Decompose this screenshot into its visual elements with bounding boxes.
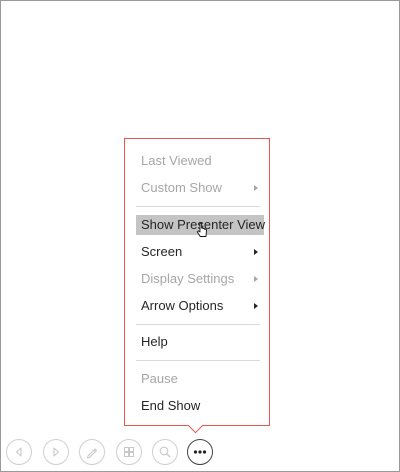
- submenu-arrow-icon: [254, 303, 258, 309]
- pen-tool-button[interactable]: [79, 439, 105, 465]
- slide-show-context-menu: Last Viewed Custom Show Show Presenter V…: [124, 138, 270, 426]
- menu-item-custom-show[interactable]: Custom Show: [136, 178, 264, 198]
- menu-separator: [136, 324, 260, 325]
- zoom-icon: [159, 446, 171, 458]
- menu-item-label: Help: [141, 334, 168, 349]
- menu-item-label: Last Viewed: [141, 153, 212, 168]
- menu-item-label: Custom Show: [141, 180, 222, 195]
- menu-item-pause[interactable]: Pause: [136, 369, 264, 389]
- previous-arrow-icon: [15, 447, 22, 457]
- pen-icon: [86, 448, 98, 459]
- zoom-button[interactable]: [152, 439, 178, 465]
- submenu-arrow-icon: [254, 249, 258, 255]
- menu-item-help[interactable]: Help: [136, 332, 264, 352]
- menu-item-label: Arrow Options: [141, 298, 224, 313]
- menu-item-display-settings[interactable]: Display Settings: [136, 269, 264, 289]
- next-arrow-icon: [53, 447, 60, 457]
- menu-item-label: Screen: [141, 244, 183, 259]
- menu-item-label: Display Settings: [141, 271, 235, 286]
- menu-item-last-viewed[interactable]: Last Viewed: [136, 151, 264, 171]
- menu-separator: [136, 206, 260, 207]
- submenu-arrow-icon: [254, 185, 258, 191]
- more-options-button[interactable]: [187, 439, 213, 465]
- more-options-icon: [193, 450, 207, 454]
- submenu-arrow-icon: [254, 276, 258, 282]
- menu-item-label: Pause: [141, 371, 178, 386]
- next-button[interactable]: [43, 439, 69, 465]
- menu-item-arrow-options[interactable]: Arrow Options: [136, 296, 264, 316]
- menu-item-screen[interactable]: Screen: [136, 242, 264, 262]
- see-all-slides-icon: [124, 447, 134, 457]
- menu-item-end-show[interactable]: End Show: [136, 396, 264, 416]
- menu-separator: [136, 360, 260, 361]
- see-all-slides-button[interactable]: [116, 439, 142, 465]
- cursor-icon: [196, 222, 207, 237]
- previous-button[interactable]: [6, 439, 32, 465]
- menu-item-label: End Show: [141, 398, 201, 413]
